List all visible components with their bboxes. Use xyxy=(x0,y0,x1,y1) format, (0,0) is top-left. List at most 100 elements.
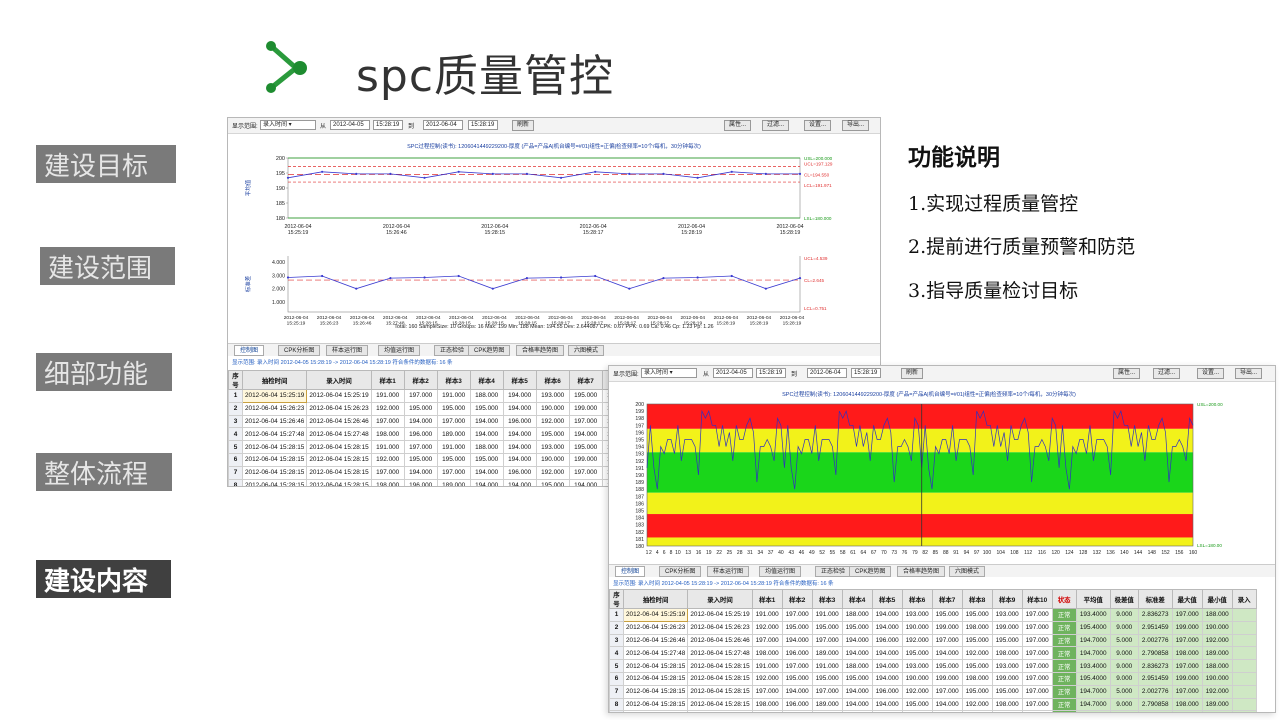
table-row[interactable]: 6 2012-06-04 15:28:15 2012-06-04 15:28:15 1… xyxy=(228,452,636,467)
table-row[interactable]: 1 2012-06-04 15:25:19 2012-06-04 15:25:19 1… xyxy=(228,389,636,403)
table-row[interactable]: 8 2012-06-04 15:28:15 2012-06-04 15:28:15 1… xyxy=(228,478,636,486)
table-cell: 193.000 xyxy=(901,608,933,622)
table-row[interactable]: 5 2012-06-04 15:28:15 2012-06-04 15:28:15 1… xyxy=(228,440,636,454)
column-header[interactable]: 录入 xyxy=(1231,589,1257,609)
export-button-2[interactable]: 导出... xyxy=(1235,368,1263,379)
column-header[interactable]: 样本3 xyxy=(436,370,471,390)
x-tick-label: 10 xyxy=(675,550,681,556)
tab-1[interactable]: 控制图 xyxy=(615,566,646,577)
to-date-input-2[interactable]: 2012-06-04 xyxy=(807,368,847,378)
tab-8[interactable]: 六图模式 xyxy=(949,566,986,577)
table-cell: 194.000 xyxy=(502,389,537,403)
table-cell: 4 xyxy=(228,427,243,442)
column-header[interactable]: 抽检时间 xyxy=(241,370,308,390)
column-header[interactable]: 样本4 xyxy=(841,589,873,609)
tab-8[interactable]: 六图模式 xyxy=(568,345,605,356)
column-header[interactable]: 样本10 xyxy=(1021,589,1053,609)
table-row[interactable]: 4 2012-06-04 15:27:48 2012-06-04 15:27:48 1… xyxy=(609,646,1257,661)
settings-button-2[interactable]: 设置... xyxy=(1197,368,1225,379)
column-header[interactable]: 样本4 xyxy=(469,370,504,390)
tab-6[interactable]: CPK趋势图 xyxy=(849,566,892,577)
column-header[interactable]: 平均值 xyxy=(1075,589,1111,609)
table-row[interactable]: 2 2012-06-04 15:26:23 2012-06-04 15:26:23 1… xyxy=(228,401,636,416)
tab-3[interactable]: 样本运行图 xyxy=(707,566,750,577)
table-cell: 189.000 xyxy=(1201,646,1233,661)
from-date-input-2[interactable]: 2012-04-05 xyxy=(713,368,753,378)
tab-6[interactable]: CPK趋势图 xyxy=(468,345,511,356)
column-header[interactable]: 极差值 xyxy=(1109,589,1139,609)
range-select[interactable]: 录入时间 ▾ xyxy=(260,120,316,130)
column-header[interactable]: 样本3 xyxy=(811,589,843,609)
table-row[interactable]: 4 2012-06-04 15:27:48 2012-06-04 15:27:48 1… xyxy=(228,427,636,442)
tab-5[interactable]: 正态检验 xyxy=(815,566,852,577)
table-cell: 196.000 xyxy=(781,697,813,712)
table-row[interactable]: 92012-06-04 15:28:172012-06-04 15:28:171… xyxy=(609,710,1257,712)
tab-7[interactable]: 合格率趋势图 xyxy=(516,345,565,356)
column-header[interactable]: 标准差 xyxy=(1137,589,1173,609)
table-cell: 195.000 xyxy=(901,697,933,712)
column-header[interactable]: 序号 xyxy=(609,589,624,609)
tab-4[interactable]: 均值运行图 xyxy=(378,345,421,356)
column-header[interactable]: 样本9 xyxy=(991,589,1023,609)
table-row[interactable]: 5 2012-06-04 15:28:15 2012-06-04 15:28:15 1… xyxy=(609,659,1257,673)
column-header[interactable]: 序号 xyxy=(228,370,243,390)
refresh-button[interactable]: 刷新 xyxy=(512,120,535,131)
settings-button[interactable]: 设置... xyxy=(804,120,832,131)
tab-1[interactable]: 控制图 xyxy=(234,345,265,356)
column-header[interactable]: 样本2 xyxy=(403,370,438,390)
column-header[interactable]: 样本5 xyxy=(871,589,903,609)
tab-7[interactable]: 合格率趋势图 xyxy=(897,566,946,577)
attr-button[interactable]: 属性... xyxy=(724,120,752,131)
tab-2[interactable]: CPK分析图 xyxy=(278,345,321,356)
refresh-button-2[interactable]: 刷新 xyxy=(901,368,924,379)
x-tick-label: 73 xyxy=(891,550,897,556)
tab-3[interactable]: 样本运行图 xyxy=(326,345,369,356)
nav-item-flow[interactable]: 整体流程 xyxy=(36,453,172,491)
column-header[interactable]: 样本1 xyxy=(370,370,405,390)
column-header[interactable]: 样本8 xyxy=(961,589,993,609)
export-button[interactable]: 导出... xyxy=(842,120,870,131)
table-row[interactable]: 6 2012-06-04 15:28:15 2012-06-04 15:28:15 1… xyxy=(609,671,1257,686)
to-time-input-2[interactable]: 15:28:19 xyxy=(851,368,881,378)
table-row[interactable]: 8 2012-06-04 15:28:15 2012-06-04 15:28:15 1… xyxy=(609,697,1257,712)
column-header[interactable]: 状态 xyxy=(1051,589,1077,609)
to-date-input[interactable]: 2012-06-04 xyxy=(423,120,463,130)
column-header[interactable]: 最大值 xyxy=(1171,589,1203,609)
tab-4[interactable]: 均值运行图 xyxy=(759,566,802,577)
tab-5[interactable]: 正态检验 xyxy=(434,345,471,356)
table-cell: 192.000 xyxy=(1201,633,1233,648)
to-time-input[interactable]: 15:28:19 xyxy=(468,120,498,130)
from-date-input[interactable]: 2012-04-05 xyxy=(330,120,370,130)
column-header[interactable]: 样本6 xyxy=(535,370,570,390)
table-row[interactable]: 7 2012-06-04 15:28:15 2012-06-04 15:28:15 1… xyxy=(228,465,636,480)
column-header[interactable]: 样本7 xyxy=(568,370,603,390)
column-header[interactable]: 样本2 xyxy=(781,589,813,609)
from-time-input[interactable]: 15:28:19 xyxy=(373,120,403,130)
table-row[interactable]: 3 2012-06-04 15:26:46 2012-06-04 15:26:46 1… xyxy=(609,633,1257,648)
from-time-input-2[interactable]: 15:28:19 xyxy=(756,368,786,378)
column-header[interactable]: 样本6 xyxy=(901,589,933,609)
table-row[interactable]: 1 2012-06-04 15:25:19 2012-06-04 15:25:19 1… xyxy=(609,608,1257,622)
column-header[interactable]: 录入时间 xyxy=(687,589,753,609)
column-header[interactable]: 抽检时间 xyxy=(622,589,689,609)
tab-2[interactable]: CPK分析图 xyxy=(659,566,702,577)
filter-button[interactable]: 过滤... xyxy=(762,120,790,131)
table-row[interactable]: 3 2012-06-04 15:26:46 2012-06-04 15:26:46 1… xyxy=(228,414,636,429)
nav-item-detail[interactable]: 细部功能 xyxy=(36,353,172,391)
filter-button-2[interactable]: 过滤... xyxy=(1153,368,1181,379)
nav-item-content[interactable]: 建设内容 xyxy=(36,560,171,598)
table-row[interactable]: 2 2012-06-04 15:26:23 2012-06-04 15:26:23 1… xyxy=(609,620,1257,635)
column-header[interactable]: 样本5 xyxy=(502,370,537,390)
table-cell: 194.000 xyxy=(931,646,963,661)
nav-item-goal[interactable]: 建设目标 xyxy=(36,145,176,183)
column-header[interactable]: 样本1 xyxy=(751,589,783,609)
range-select-2[interactable]: 录入时间 ▾ xyxy=(641,368,697,378)
nav-item-scope[interactable]: 建设范围 xyxy=(40,247,175,285)
table-row[interactable]: 7 2012-06-04 15:28:15 2012-06-04 15:28:15 1… xyxy=(609,684,1257,699)
column-header[interactable]: 录入时间 xyxy=(306,370,372,390)
sd-point xyxy=(423,276,426,279)
column-header[interactable]: 最小值 xyxy=(1201,589,1233,609)
column-header[interactable]: 样本7 xyxy=(931,589,963,609)
x-tick-label: 2012-06-04 xyxy=(614,315,639,321)
attr-button-2[interactable]: 属性... xyxy=(1113,368,1141,379)
